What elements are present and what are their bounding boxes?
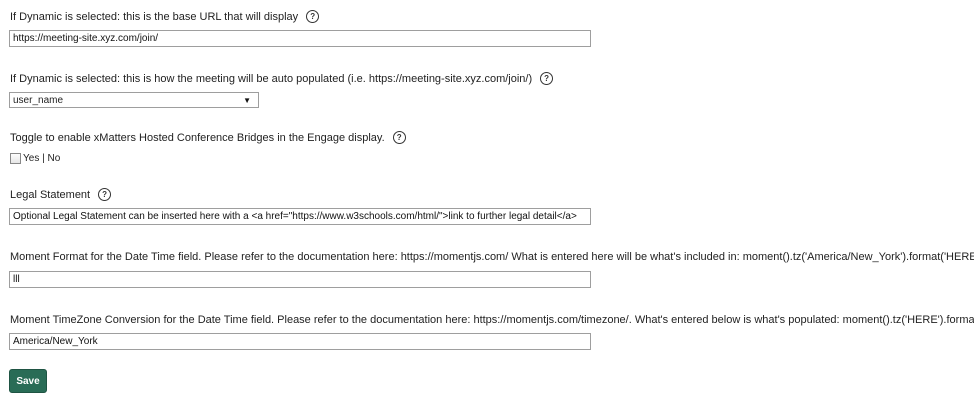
legal-statement-input[interactable] — [9, 208, 591, 225]
auto-populate-selected-value: user_name — [13, 94, 64, 106]
legal-label-row: Legal Statement ? — [10, 188, 112, 201]
help-icon[interactable]: ? — [540, 72, 554, 85]
moment-format-label-row: Moment Format for the Date Time field. P… — [10, 250, 974, 263]
dropdown-arrow-icon: ▼ — [243, 95, 251, 105]
timezone-input[interactable] — [9, 333, 591, 350]
save-button[interactable]: Save — [9, 369, 47, 393]
moment-format-label: Moment Format for the Date Time field. P… — [10, 250, 974, 263]
legal-label: Legal Statement — [10, 188, 91, 201]
auto-populate-select[interactable]: user_name ▼ — [9, 92, 259, 108]
base-url-label-row: If Dynamic is selected: this is the base… — [10, 10, 320, 23]
toggle-label: Toggle to enable xMatters Hosted Confere… — [10, 131, 385, 144]
timezone-label-row: Moment TimeZone Conversion for the Date … — [10, 313, 974, 326]
conference-bridge-toggle[interactable]: Yes | No — [10, 153, 60, 164]
timezone-label: Moment TimeZone Conversion for the Date … — [10, 313, 974, 326]
help-icon[interactable]: ? — [306, 10, 320, 23]
conference-bridge-checkbox[interactable] — [10, 153, 21, 164]
help-icon[interactable]: ? — [98, 188, 112, 201]
moment-format-input[interactable] — [9, 271, 591, 288]
auto-populate-label: If Dynamic is selected: this is how the … — [10, 72, 533, 85]
help-icon[interactable]: ? — [392, 131, 406, 144]
base-url-label: If Dynamic is selected: this is the base… — [10, 10, 299, 23]
toggle-label-row: Toggle to enable xMatters Hosted Confere… — [10, 131, 406, 144]
base-url-input[interactable] — [9, 30, 591, 47]
auto-populate-label-row: If Dynamic is selected: this is how the … — [10, 72, 554, 85]
toggle-option-text: Yes | No — [23, 153, 61, 164]
